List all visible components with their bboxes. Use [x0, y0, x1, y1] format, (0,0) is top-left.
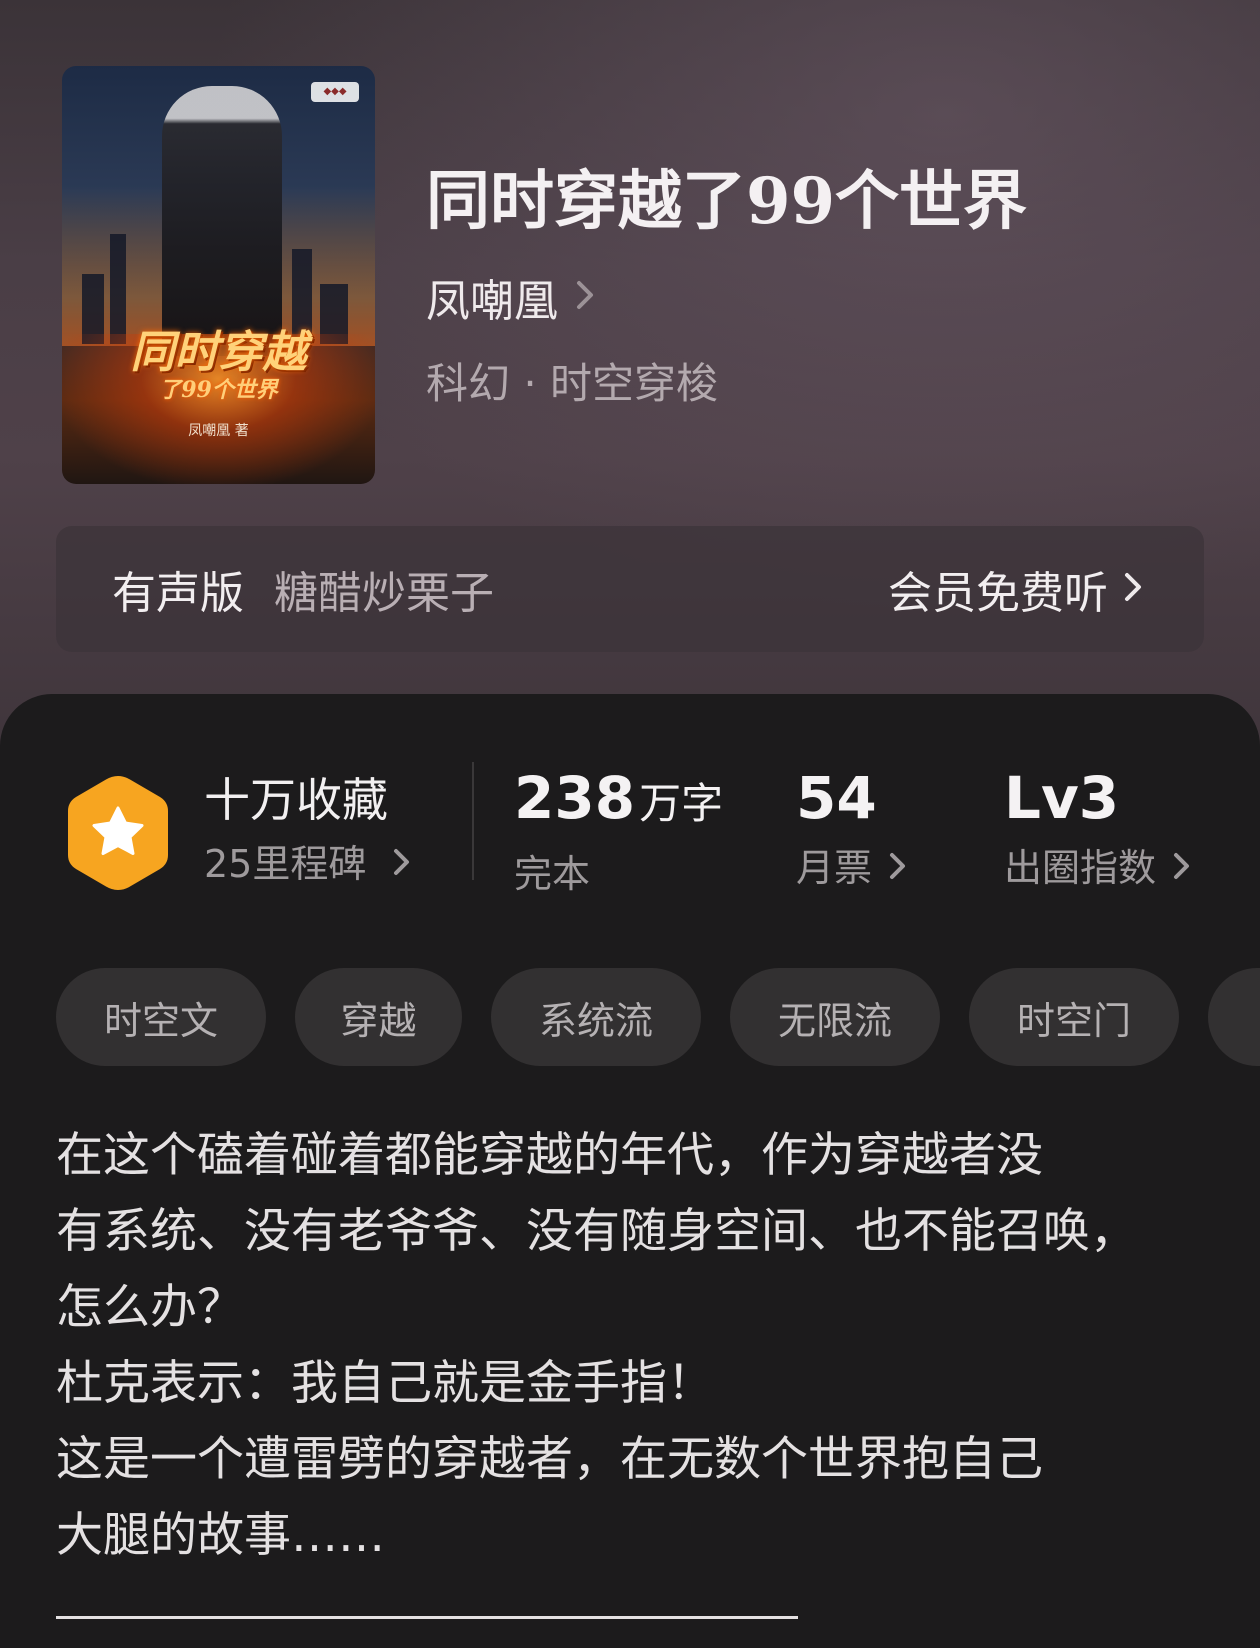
audio-version-label: 有声版: [112, 568, 244, 619]
synopsis-line: 杜克表示：我自己就是金手指！: [56, 1356, 714, 1411]
word-count-stat: 238万字 完本: [514, 762, 723, 904]
collection-count: 十万收藏: [204, 773, 388, 827]
monthly-ticket-stat[interactable]: 54 月票: [796, 762, 908, 898]
synopsis-line: 这是一个遭雷劈的穿越者，在无数个世界抱自己: [56, 1432, 1043, 1487]
tag-list: 时空文 穿越 系统流 无限流 时空门 转: [56, 968, 1260, 1066]
book-header: ◆◆◆ 同时穿越 了99个世界 凤嘲凰 著 同时穿越了99个世界 凤嘲凰 科幻 …: [0, 0, 1260, 760]
word-count-value: 238: [514, 764, 636, 832]
popularity-index-label: 出圈指数: [1004, 846, 1157, 890]
cover-title-text: 同时穿越: [130, 327, 307, 378]
author-link[interactable]: 凤嘲凰: [426, 265, 596, 329]
monthly-ticket-value: 54: [796, 764, 877, 832]
synopsis-line: 大腿的故事……: [56, 1508, 385, 1563]
book-synopsis: 在这个磕着碰着都能穿越的年代，作为穿越者没 有系统、没有老爷爷、没有随身空间、也…: [56, 1118, 1216, 1574]
tag-chip[interactable]: 穿越: [295, 968, 462, 1066]
tag-chip[interactable]: 系统流: [491, 968, 701, 1066]
synopsis-line: 在这个磕着碰着都能穿越的年代，作为穿越者没: [56, 1128, 1043, 1183]
milestone-label: 25里程碑: [204, 842, 367, 886]
chevron-right-icon: [574, 272, 596, 323]
chevron-right-icon: [1122, 564, 1144, 615]
author-name: 凤嘲凰: [426, 276, 558, 327]
popularity-level-value: Lv3: [1004, 764, 1120, 832]
completion-status: 完本: [514, 852, 591, 896]
synopsis-line: 怎么办？: [56, 1280, 244, 1335]
stat-divider: [472, 762, 474, 880]
audio-version-bar[interactable]: 有声版 糖醋炒栗子 会员免费听: [56, 526, 1204, 652]
cover-author-text: 凤嘲凰 著: [188, 423, 249, 439]
word-count-unit: 万字: [639, 779, 724, 828]
cover-subtitle-text: 了99个世界: [159, 377, 278, 403]
member-free-listen-label: 会员免费听: [888, 568, 1108, 619]
audio-narrator: 糖醋炒栗子: [274, 568, 494, 619]
chevron-right-icon: [1172, 838, 1192, 898]
tag-chip[interactable]: 时空门: [969, 968, 1179, 1066]
star-hexagon-icon: [62, 770, 174, 896]
book-genre: 科幻 · 时空穿梭: [426, 359, 719, 408]
book-cover-image[interactable]: ◆◆◆ 同时穿越 了99个世界 凤嘲凰 著: [62, 66, 375, 484]
section-separator: [56, 1616, 798, 1619]
cover-publisher-badge: ◆◆◆: [311, 82, 359, 102]
tag-chip[interactable]: 时空文: [56, 968, 266, 1066]
tag-chip[interactable]: 转: [1208, 968, 1260, 1066]
tag-chip[interactable]: 无限流: [730, 968, 940, 1066]
synopsis-line: 有系统、没有老爷爷、没有随身空间、也不能召唤，: [56, 1204, 1137, 1259]
collection-milestone[interactable]: 十万收藏 25里程碑: [204, 768, 412, 894]
monthly-ticket-label: 月票: [796, 846, 873, 890]
popularity-index-stat[interactable]: Lv3 出圈指数: [1004, 762, 1192, 898]
chevron-right-icon: [392, 834, 412, 894]
book-title: 同时穿越了99个世界: [426, 164, 1028, 239]
chevron-right-icon: [888, 838, 908, 898]
member-free-listen-button[interactable]: 会员免费听: [888, 526, 1144, 652]
